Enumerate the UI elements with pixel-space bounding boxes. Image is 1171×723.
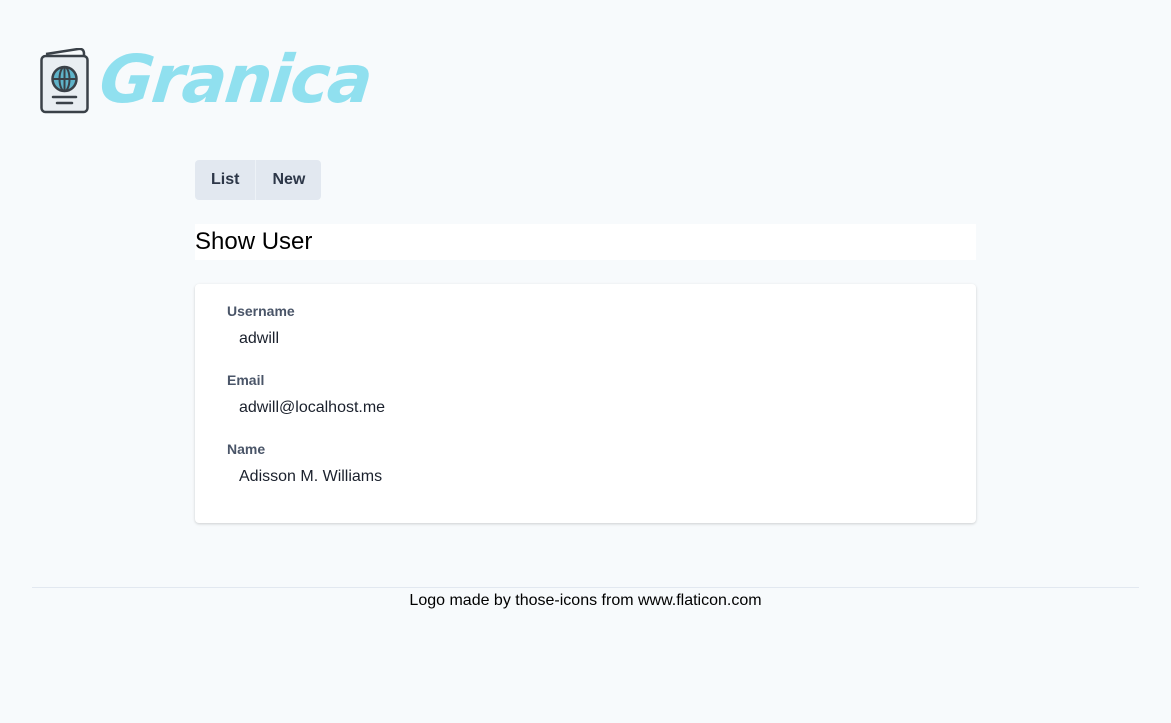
footer: Logo made by those-icons from www.flatic… — [32, 587, 1139, 610]
action-tabs: List New — [195, 160, 322, 200]
name-label: Name — [227, 441, 266, 457]
username-value: adwill — [239, 330, 280, 347]
name-value: Adisson M. Williams — [239, 468, 383, 485]
email-value: adwill@localhost.me — [239, 399, 386, 416]
email-field: Email adwill@localhost.me — [227, 372, 944, 429]
tab-new[interactable]: New — [256, 160, 322, 200]
footer-credit: Logo made by those-icons from www.flatic… — [409, 592, 762, 609]
username-label: Username — [227, 303, 295, 319]
brand-logo-text: Granica — [96, 41, 375, 118]
username-field: Username adwill — [227, 303, 944, 360]
tab-list[interactable]: List — [195, 160, 257, 200]
page-title: Show User — [195, 228, 313, 255]
site-header: Granica — [40, 41, 375, 118]
passport-icon — [40, 48, 89, 114]
name-field: Name Adisson M. Williams — [227, 441, 944, 498]
user-details-card: Username adwill Email adwill@localhost.m… — [195, 284, 976, 523]
email-label: Email — [227, 372, 265, 388]
page-title-bar: Show User — [195, 224, 976, 260]
